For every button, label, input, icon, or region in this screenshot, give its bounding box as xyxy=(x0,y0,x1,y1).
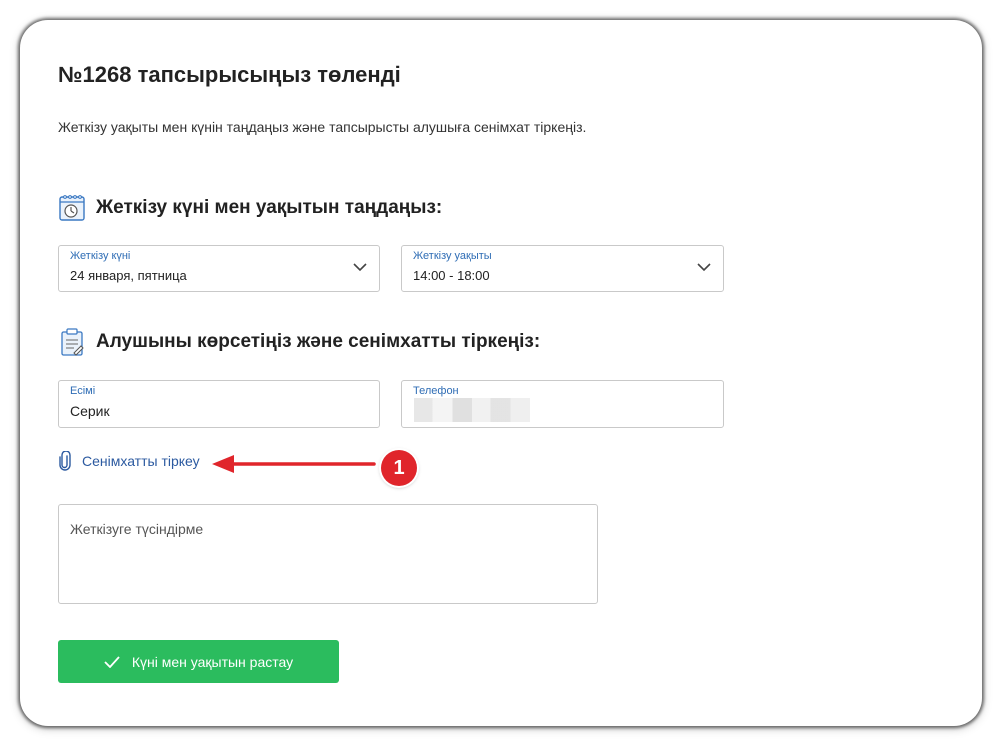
chevron-down-icon xyxy=(697,263,711,272)
page-subtitle: Жеткізу уақыты мен күнін таңдаңыз және т… xyxy=(58,119,587,135)
checkmark-icon xyxy=(104,655,120,668)
delivery-time-select[interactable]: Жеткізу уақыты 14:00 - 18:00 xyxy=(401,245,724,292)
delivery-date-label: Жеткізу күні xyxy=(70,250,131,262)
recipient-section-title: Алушыны көрсетіңіз және сенімхатты тірке… xyxy=(96,331,541,352)
confirm-button-label: Күні мен уақытын растау xyxy=(131,653,294,670)
annotation-arrow xyxy=(212,455,376,473)
delivery-section-heading: Жеткізу күні мен уақытын таңдаңыз: xyxy=(58,192,442,224)
paperclip-icon xyxy=(59,451,71,471)
recipient-phone-label: Телефон xyxy=(413,385,459,397)
recipient-name-input[interactable]: Есімі Серик xyxy=(58,380,380,428)
delivery-comment-placeholder: Жеткізуге түсіндірме xyxy=(70,521,204,537)
document-clipboard-icon xyxy=(58,327,86,357)
recipient-name-value: Серик xyxy=(70,403,110,419)
attach-authorization-link[interactable]: Сенімхатты тіркеу xyxy=(58,450,200,472)
chevron-down-icon xyxy=(353,263,367,272)
phone-redacted-blur xyxy=(414,398,530,422)
recipient-phone-input[interactable]: Телефон xyxy=(401,380,724,428)
delivery-date-value: 24 января, пятница xyxy=(70,268,187,283)
calendar-clock-icon xyxy=(58,193,86,223)
recipient-name-label: Есімі xyxy=(70,385,96,397)
delivery-date-select[interactable]: Жеткізу күні 24 января, пятница xyxy=(58,245,380,292)
page-title: №1268 тапсырысыңыз төленді xyxy=(58,62,401,87)
confirm-date-time-button[interactable]: Күні мен уақытын растау xyxy=(58,640,339,683)
delivery-time-label: Жеткізу уақыты xyxy=(413,250,492,262)
delivery-comment-textarea[interactable]: Жеткізуге түсіндірме xyxy=(58,504,598,604)
recipient-section-heading: Алушыны көрсетіңіз және сенімхатты тірке… xyxy=(58,326,540,358)
delivery-section-title: Жеткізу күні мен уақытын таңдаңыз: xyxy=(96,197,443,218)
attach-authorization-label: Сенімхатты тіркеу xyxy=(82,453,200,469)
annotation-badge: 1 xyxy=(381,450,417,486)
delivery-time-value: 14:00 - 18:00 xyxy=(413,268,490,283)
